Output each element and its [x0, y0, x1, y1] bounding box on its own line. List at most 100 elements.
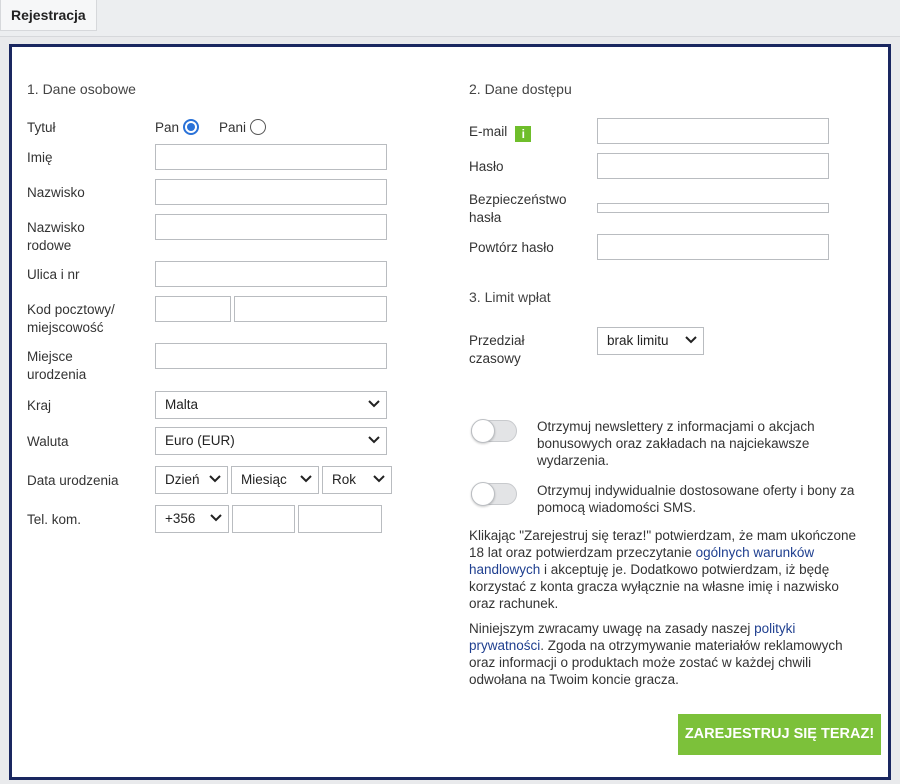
title-option-pani-label: Pani [219, 120, 247, 135]
newsletter-line3: wydarzenia. [537, 453, 610, 468]
birth-name-input[interactable] [155, 214, 387, 240]
title-label: Tytuł [27, 120, 56, 135]
sms-offers-toggle[interactable] [471, 482, 517, 506]
terms-line3: handlowych i akceptuję je. Dodatkowo pot… [469, 561, 856, 578]
chevron-down-icon [373, 467, 385, 483]
street-label: Ulica i nr [27, 267, 80, 282]
period-label-line2: czasowy [469, 351, 521, 366]
privacy-paragraph: Niniejszym zwracamy uwagę na zasady nasz… [469, 620, 843, 688]
privacy-line4: odwołana na Twoim koncie gracza. [469, 672, 679, 687]
period-label: Przedział czasowy [469, 332, 525, 368]
currency-label: Waluta [27, 434, 69, 449]
repeat-password-input[interactable] [597, 234, 829, 260]
dob-day-select[interactable]: Dzień [155, 466, 228, 494]
birthplace-input[interactable] [155, 343, 387, 369]
strength-label-line1: Bezpieczeństwo [469, 192, 567, 207]
password-label: Hasło [469, 159, 504, 174]
newsletter-consent-text: Otrzymuj newslettery z informacjami o ak… [537, 418, 815, 469]
chevron-down-icon [209, 467, 221, 483]
offers-line2: pomocą wiadomości SMS. [537, 500, 697, 515]
first-name-label: Imię [27, 150, 53, 165]
email-input[interactable] [597, 118, 829, 144]
phone-prefix-value: +356 [165, 511, 196, 526]
terms-link[interactable]: ogólnych warunków [696, 545, 815, 560]
privacy-line3: oraz informacji o produktach może zostać… [469, 655, 812, 670]
dob-day-value: Dzień [165, 472, 200, 487]
repeat-password-label: Powtórz hasło [469, 240, 554, 255]
country-label: Kraj [27, 398, 52, 413]
deposit-limit-select[interactable]: brak limitu [597, 327, 704, 355]
country-select-value: Malta [165, 397, 199, 412]
terms-paragraph: Klikając "Zarejestruj się teraz!" potwie… [469, 527, 856, 612]
terms-line1: Klikając "Zarejestruj się teraz!" potwie… [469, 528, 856, 543]
postal-code-input[interactable] [155, 296, 231, 322]
birthplace-label-line2: urodzenia [27, 367, 87, 382]
toggle-knob [471, 482, 495, 506]
postal-label-line2: miejscowość [27, 320, 104, 335]
chevron-down-icon [685, 328, 697, 344]
email-label: E-mail i [469, 123, 532, 142]
newsletter-line1: Otrzymuj newslettery z informacjami o ak… [537, 419, 815, 434]
phone-prefix-select[interactable]: +356 [155, 505, 229, 533]
terms-line4: korzystać z konta gracza wyłącznie na wł… [469, 579, 839, 594]
street-input[interactable] [155, 261, 387, 287]
title-option-pani[interactable]: Pani [219, 119, 266, 137]
birth-name-label: Nazwisko rodowe [27, 219, 85, 255]
chevron-down-icon [300, 467, 312, 483]
period-label-line1: Przedział [469, 333, 525, 348]
register-now-button[interactable]: ZAREJESTRUJ SIĘ TERAZ! [678, 714, 881, 755]
password-input[interactable] [597, 153, 829, 179]
birth-name-label-line1: Nazwisko [27, 220, 85, 235]
currency-select[interactable]: Euro (EUR) [155, 427, 387, 455]
tab-bar: Rejestracja [0, 0, 900, 37]
tab-registration[interactable]: Rejestracja [0, 0, 97, 31]
strength-label-line2: hasła [469, 210, 502, 225]
title-option-pan[interactable]: Pan [155, 119, 199, 137]
currency-select-value: Euro (EUR) [165, 433, 235, 448]
dob-label: Data urodzenia [27, 473, 119, 488]
phone-area-input[interactable] [232, 505, 295, 533]
birthplace-label: Miejsce urodzenia [27, 348, 86, 384]
postal-label-line1: Kod pocztowy/ [27, 302, 115, 317]
info-icon[interactable]: i [515, 126, 532, 142]
limit-section-title: 3. Limit wpłat [469, 289, 551, 305]
privacy-line1: Niniejszym zwracamy uwagę na zasady nasz… [469, 620, 843, 637]
country-select[interactable]: Malta [155, 391, 387, 419]
newsletter-toggle[interactable] [471, 419, 517, 443]
birth-name-label-line2: rodowe [27, 238, 72, 253]
dob-year-value: Rok [332, 472, 357, 487]
password-strength-bar [597, 203, 829, 213]
chevron-down-icon [368, 428, 380, 444]
terms-link-cont[interactable]: handlowych [469, 562, 540, 577]
phone-label: Tel. kom. [27, 512, 82, 527]
email-label-text: E-mail [469, 124, 508, 139]
dob-year-select[interactable]: Rok [322, 466, 392, 494]
terms-line2: 18 lat oraz potwierdzam przeczytanie ogó… [469, 544, 856, 561]
first-name-input[interactable] [155, 144, 387, 170]
terms-line2-text: 18 lat oraz potwierdzam przeczytanie [469, 545, 696, 560]
title-option-pan-label: Pan [155, 120, 180, 135]
registration-panel: 1. Dane osobowe Tytuł Pan Pani Imię Nazw… [9, 44, 891, 780]
privacy-line1-text: Niniejszym zwracamy uwagę na zasady nasz… [469, 621, 755, 636]
terms-line3-text: i akceptuję je. Dodatkowo potwierdzam, i… [540, 562, 830, 577]
last-name-input[interactable] [155, 179, 387, 205]
newsletter-line2: bonusowych oraz zakładach na najciekawsz… [537, 436, 810, 451]
access-section-title: 2. Dane dostępu [469, 81, 572, 97]
deposit-limit-value: brak limitu [607, 333, 669, 348]
birthplace-label-line1: Miejsce [27, 349, 73, 364]
privacy-line2: prywatności. Zgoda na otrzymywanie mater… [469, 637, 843, 654]
radio-selected-icon[interactable] [182, 119, 199, 135]
radio-unselected-icon[interactable] [249, 119, 266, 135]
dob-month-select[interactable]: Miesiąc [231, 466, 319, 494]
privacy-line2-text: . Zgoda na otrzymywanie materiałów rekla… [540, 638, 843, 653]
privacy-link-cont[interactable]: prywatności [469, 638, 540, 653]
postal-city-label: Kod pocztowy/ miejscowość [27, 301, 115, 337]
phone-number-input[interactable] [298, 505, 382, 533]
chevron-down-icon [368, 392, 380, 408]
sms-consent-text: Otrzymuj indywidualnie dostosowane ofert… [537, 482, 854, 516]
privacy-link[interactable]: polityki [754, 621, 795, 636]
toggle-knob [471, 419, 495, 443]
city-input[interactable] [234, 296, 387, 322]
terms-line5: oraz rachunek. [469, 596, 559, 611]
chevron-down-icon [210, 506, 222, 522]
